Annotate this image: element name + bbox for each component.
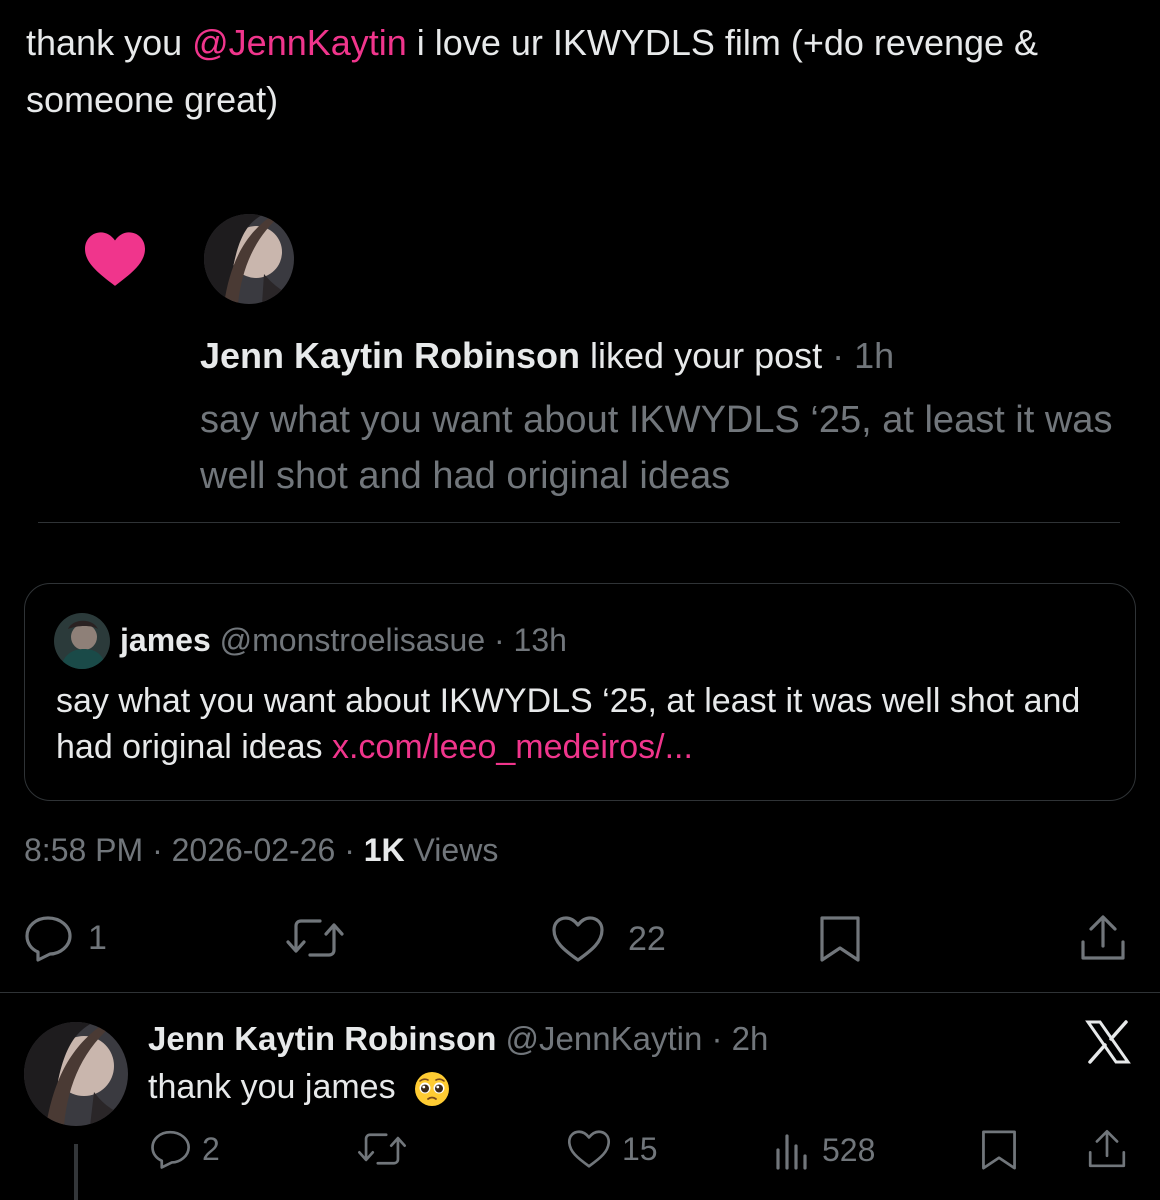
reply-text: thank you james	[148, 1064, 451, 1110]
post-time[interactable]: 8:58 PM	[24, 832, 143, 868]
separator: ·	[335, 832, 364, 868]
reply-header: Jenn Kaytin Robinson @JennKaytin · 2h	[148, 1016, 768, 1062]
divider	[0, 992, 1160, 993]
post-date[interactable]: 2026-02-26	[172, 832, 336, 868]
separator: ·	[822, 335, 855, 376]
reply-reply-button[interactable]: 2	[150, 1128, 220, 1170]
heart-outline-icon	[567, 1130, 611, 1168]
quote-header: james @monstroelisasue · 13h	[120, 618, 567, 662]
views-count: 1K	[363, 832, 405, 868]
views-label: Views	[404, 832, 499, 868]
share-button[interactable]	[1078, 912, 1128, 964]
reply-icon	[25, 916, 72, 962]
reply-text-content: thank you james	[148, 1068, 396, 1106]
reply-bookmark-button[interactable]	[980, 1128, 1018, 1172]
notification-avatar[interactable]	[204, 214, 294, 304]
tweet-text: thank you @JennKaytin i love ur IKWYDLS …	[26, 14, 1136, 128]
quote-body: say what you want about IKWYDLS ‘25, at …	[56, 678, 1116, 770]
share-icon	[1081, 915, 1125, 960]
quote-avatar[interactable]	[54, 613, 110, 669]
reply-user-name[interactable]: Jenn Kaytin Robinson	[148, 1020, 496, 1057]
reply-like-button[interactable]: 15	[566, 1128, 658, 1170]
quote-link[interactable]: x.com/leeo_medeiros/...	[332, 728, 693, 766]
quote-user-handle[interactable]: @monstroelisasue	[220, 622, 485, 658]
x-logo-icon[interactable]	[1084, 1018, 1132, 1066]
post-metadata: 8:58 PM · 2026-02-26 · 1K Views	[24, 828, 498, 872]
separator: ·	[702, 1020, 732, 1057]
notification-user-name[interactable]: Jenn Kaytin Robinson	[200, 335, 580, 376]
like-button[interactable]: 22	[550, 914, 666, 964]
reply-avatar[interactable]	[24, 1022, 128, 1126]
notification-time: 1h	[854, 335, 895, 376]
heart-icon	[85, 232, 145, 286]
reply-views-count: 528	[822, 1131, 876, 1168]
reply-count: 1	[88, 918, 107, 957]
mention-link[interactable]: @JennKaytin	[192, 22, 407, 63]
notification-line: Jenn Kaytin Robinson liked your post · 1…	[200, 330, 1130, 382]
share-icon	[1088, 1130, 1126, 1168]
pleading-face-emoji	[415, 1072, 450, 1107]
separator: ·	[485, 622, 514, 658]
quote-user-name[interactable]: james	[120, 622, 211, 658]
tweet-text-before: thank you	[26, 22, 193, 63]
reply-icon	[151, 1130, 190, 1169]
repost-icon	[286, 919, 344, 957]
repost-icon	[358, 1133, 406, 1165]
bookmark-icon	[982, 1130, 1016, 1170]
reply-time: 2h	[731, 1020, 769, 1057]
bookmark-icon	[820, 916, 860, 962]
reply-user-handle[interactable]: @JennKaytin	[506, 1020, 703, 1057]
heart-outline-icon	[552, 916, 604, 962]
quote-time: 13h	[513, 622, 567, 658]
notification-action: liked your post	[580, 335, 823, 376]
reply-button[interactable]: 1	[24, 914, 107, 962]
reply-repost-button[interactable]	[356, 1128, 408, 1170]
separator: ·	[143, 832, 172, 868]
reply-like-count: 15	[622, 1130, 658, 1167]
thread-line	[74, 1144, 78, 1200]
views-chart-icon	[776, 1134, 807, 1170]
repost-button[interactable]	[284, 914, 346, 962]
reply-views-button[interactable]: 528	[772, 1128, 875, 1172]
like-count: 22	[628, 919, 666, 958]
notification-body: say what you want about IKWYDLS ‘25, at …	[200, 399, 1113, 497]
reply-reply-count: 2	[202, 1130, 220, 1167]
reply-share-button[interactable]	[1086, 1126, 1128, 1172]
divider	[38, 522, 1120, 523]
bookmark-button[interactable]	[818, 914, 862, 964]
